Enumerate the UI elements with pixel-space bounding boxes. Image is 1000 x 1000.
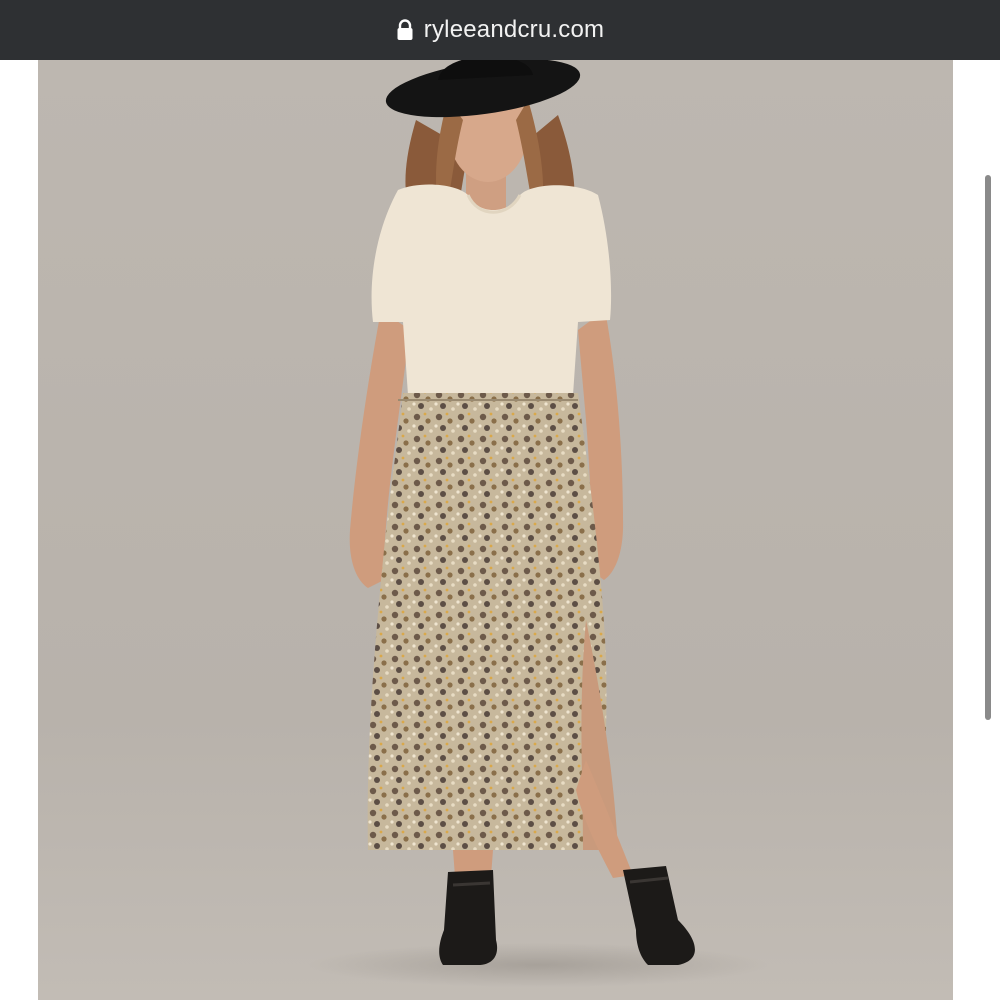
browser-address-bar[interactable]: ryleeandcru.com [0, 0, 1000, 60]
lock-icon [396, 19, 414, 41]
scrollbar[interactable] [985, 175, 991, 720]
url-display[interactable]: ryleeandcru.com [396, 16, 604, 44]
url-text: ryleeandcru.com [423, 16, 605, 43]
product-photo[interactable] [38, 60, 953, 1000]
page-content [0, 60, 1000, 1000]
